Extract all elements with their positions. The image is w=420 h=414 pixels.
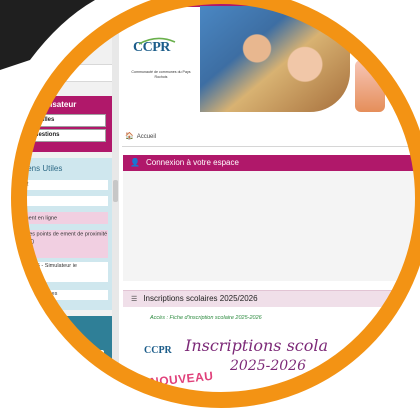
- sidebar-scrollbar[interactable]: [112, 0, 119, 414]
- payment-icon: ❀: [4, 214, 10, 221]
- family-icon: ⌂: [4, 196, 9, 203]
- acces-fiche-link[interactable]: Accès : Fiche d'inscription scolaire 202…: [150, 315, 262, 321]
- link-points-label: Liste des points de ement de proximité (…: [4, 231, 108, 246]
- user-guide-panel: de de l'Utilisateur Portail Familles re …: [0, 96, 112, 152]
- link-transports-scolaires[interactable]: ansports scolaires: [4, 290, 108, 300]
- logo-swoosh-icon: [138, 37, 176, 45]
- user-guide-title: de de l'Utilisateur: [10, 100, 77, 109]
- home-icon[interactable]: 🏠: [125, 133, 134, 140]
- link-ccpr[interactable]: ⌂ CCPR: [4, 180, 108, 190]
- sidebar: ier de de l'Utilisateur Portail Familles…: [0, 0, 118, 414]
- divider: [122, 146, 420, 147]
- faq-button[interactable]: re Aux Questions: [6, 129, 106, 142]
- link-transports-label: ansports scolaires: [13, 291, 58, 297]
- pay-icon: pay: [4, 230, 13, 238]
- useful-links-panel: 🔧 Liens Utiles ⌂ CCPR ⌂ CAF ❀ Paiement en li…: [0, 158, 112, 310]
- link-tarifs-label: Tarifs 2025 - Simulateur ie: [13, 263, 77, 269]
- breadcrumb-home-link[interactable]: Accueil: [137, 134, 156, 140]
- documents-box: [8, 350, 104, 410]
- user-icon: 👤: [130, 158, 140, 167]
- useful-links-title: 🔧 Liens Utiles: [8, 164, 62, 173]
- link-tarifs-simulateur[interactable]: Tarifs 2025 - Simulateur ie: [4, 262, 108, 282]
- sidebar-top-field[interactable]: ier: [0, 64, 113, 82]
- portail-familles-button[interactable]: Portail Familles: [6, 114, 106, 127]
- card-ccpr-logo: CCPR: [144, 345, 172, 356]
- header-photo: [200, 6, 350, 112]
- link-paiement-en-ligne[interactable]: ❀ Paiement en ligne: [4, 212, 108, 224]
- link-paiement-label: Paiement en ligne: [13, 215, 58, 222]
- header-photo-secondary: [355, 60, 385, 112]
- connexion-panel-body: [123, 171, 420, 281]
- link-ccpr-label: CCPR: [13, 181, 29, 188]
- screenshot-stage: ier de de l'Utilisateur Portail Familles…: [0, 0, 420, 414]
- home-icon: ⌂: [4, 180, 9, 187]
- card-script-title: Inscriptions scola: [185, 336, 329, 355]
- sidebar-scroll-thumb[interactable]: [113, 180, 118, 202]
- list-icon: ☰: [131, 296, 138, 303]
- connexion-title: Connexion à votre espace: [145, 158, 239, 167]
- link-caf[interactable]: ⌂ CAF: [4, 196, 108, 206]
- documents-panel: ents à: [0, 316, 112, 414]
- inscriptions-title: Inscriptions scolaires 2025/2026: [143, 294, 258, 303]
- card-script-year: 2025-2026: [230, 358, 306, 374]
- connexion-panel-header[interactable]: 👤 Connexion à votre espace: [123, 155, 420, 171]
- link-points-paiement[interactable]: payListe des points de ement de proximit…: [4, 230, 108, 258]
- link-caf-label: CAF: [13, 197, 24, 204]
- inscriptions-panel-header: ☰ Inscriptions scolaires 2025/2026: [123, 290, 420, 307]
- logo-subtitle: Communauté de communes du Pays Rochois: [131, 70, 191, 79]
- breadcrumb: 🏠 Accueil: [125, 132, 156, 140]
- useful-links-title-text: Liens Utiles: [20, 164, 63, 173]
- wrench-icon: 🔧: [8, 164, 18, 173]
- documents-panel-title: ents à: [30, 322, 52, 331]
